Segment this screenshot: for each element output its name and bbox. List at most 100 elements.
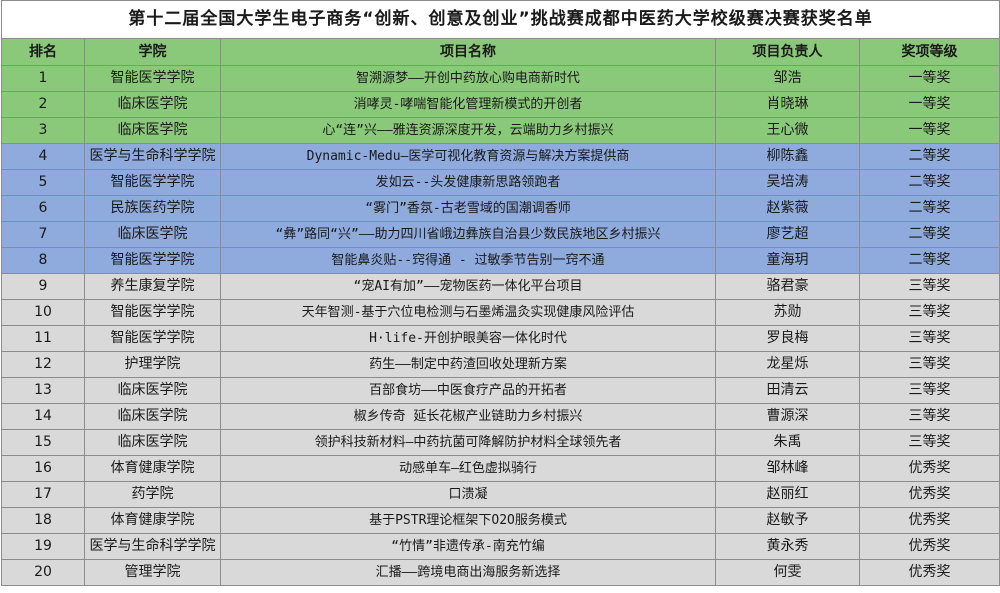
cell-college[interactable]: 临床医学院 xyxy=(84,403,221,430)
cell-award[interactable]: 三等奖 xyxy=(858,351,1000,378)
cell-project[interactable]: “雾门”香氛-古老雪域的国潮调香师 xyxy=(220,195,716,222)
cell-award[interactable]: 二等奖 xyxy=(858,221,1000,248)
cell-project[interactable]: “竹情”非遗传承-南充竹编 xyxy=(220,533,716,560)
cell-award[interactable]: 三等奖 xyxy=(858,377,1000,404)
cell-project[interactable]: H·life-开创护眼美容一体化时代 xyxy=(220,325,716,352)
cell-college[interactable]: 智能医学学院 xyxy=(84,169,221,196)
cell-award[interactable]: 一等奖 xyxy=(858,65,1000,92)
cell-leader[interactable]: 廖艺超 xyxy=(715,221,860,248)
cell-leader[interactable]: 吴培涛 xyxy=(715,169,860,196)
cell-leader[interactable]: 童海玥 xyxy=(715,247,860,274)
cell-award[interactable]: 三等奖 xyxy=(858,429,1000,456)
cell-project[interactable]: 天年智测-基于穴位电检测与石墨烯温灸实现健康风险评估 xyxy=(220,299,716,326)
cell-college[interactable]: 智能医学学院 xyxy=(84,247,221,274)
cell-college[interactable]: 体育健康学院 xyxy=(84,507,221,534)
cell-award[interactable]: 二等奖 xyxy=(858,169,1000,196)
cell-rank[interactable]: 17 xyxy=(1,481,85,508)
cell-leader[interactable]: 柳陈鑫 xyxy=(715,143,860,170)
cell-rank[interactable]: 15 xyxy=(1,429,85,456)
cell-award[interactable]: 三等奖 xyxy=(858,273,1000,300)
cell-college[interactable]: 管理学院 xyxy=(84,559,221,586)
cell-project[interactable]: 基于PSTR理论框架下O2O服务模式 xyxy=(220,507,716,534)
cell-project[interactable]: 发如云--头发健康新思路领跑者 xyxy=(220,169,716,196)
cell-leader[interactable]: 邹浩 xyxy=(715,65,860,92)
cell-leader[interactable]: 王心微 xyxy=(715,117,860,144)
cell-leader[interactable]: 朱禹 xyxy=(715,429,860,456)
cell-rank[interactable]: 12 xyxy=(1,351,85,378)
cell-rank[interactable]: 13 xyxy=(1,377,85,404)
cell-college[interactable]: 智能医学学院 xyxy=(84,65,221,92)
cell-rank[interactable]: 10 xyxy=(1,299,85,326)
cell-project[interactable]: 椒乡传奇 延长花椒产业链助力乡村振兴 xyxy=(220,403,716,430)
cell-college[interactable]: 体育健康学院 xyxy=(84,455,221,482)
cell-leader[interactable]: 田清云 xyxy=(715,377,860,404)
cell-leader[interactable]: 曹源深 xyxy=(715,403,860,430)
cell-award[interactable]: 三等奖 xyxy=(858,403,1000,430)
cell-award[interactable]: 优秀奖 xyxy=(858,455,1000,482)
cell-rank[interactable]: 1 xyxy=(1,65,85,92)
cell-college[interactable]: 临床医学院 xyxy=(84,91,221,118)
cell-college[interactable]: 临床医学院 xyxy=(84,117,221,144)
cell-college[interactable]: 智能医学学院 xyxy=(84,299,221,326)
cell-rank[interactable]: 5 xyxy=(1,169,85,196)
cell-leader[interactable]: 赵敏予 xyxy=(715,507,860,534)
cell-award[interactable]: 二等奖 xyxy=(858,195,1000,222)
cell-project[interactable]: 智能鼻炎贴--窍得通 - 过敏季节告别一窍不通 xyxy=(220,247,716,274)
cell-rank[interactable]: 4 xyxy=(1,143,85,170)
cell-college[interactable]: 临床医学院 xyxy=(84,429,221,456)
cell-project[interactable]: 领护科技新材料—中药抗菌可降解防护材料全球领先者 xyxy=(220,429,716,456)
cell-rank[interactable]: 8 xyxy=(1,247,85,274)
cell-college[interactable]: 药学院 xyxy=(84,481,221,508)
cell-college[interactable]: 临床医学院 xyxy=(84,221,221,248)
cell-award[interactable]: 一等奖 xyxy=(858,117,1000,144)
cell-leader[interactable]: 何雯 xyxy=(715,559,860,586)
cell-leader[interactable]: 龙星烁 xyxy=(715,351,860,378)
cell-award[interactable]: 优秀奖 xyxy=(858,507,1000,534)
cell-project[interactable]: 药生——制定中药渣回收处理新方案 xyxy=(220,351,716,378)
cell-project[interactable]: “宠AI有加”——宠物医药一体化平台项目 xyxy=(220,273,716,300)
cell-award[interactable]: 三等奖 xyxy=(858,325,1000,352)
cell-leader[interactable]: 邹林峰 xyxy=(715,455,860,482)
cell-college[interactable]: 护理学院 xyxy=(84,351,221,378)
cell-project[interactable]: Dynamic-Medu—医学可视化教育资源与解决方案提供商 xyxy=(220,143,716,170)
cell-award[interactable]: 二等奖 xyxy=(858,143,1000,170)
cell-project[interactable]: 口溃凝 xyxy=(220,481,716,508)
cell-award[interactable]: 一等奖 xyxy=(858,91,1000,118)
cell-college[interactable]: 智能医学学院 xyxy=(84,325,221,352)
cell-rank[interactable]: 9 xyxy=(1,273,85,300)
cell-rank[interactable]: 2 xyxy=(1,91,85,118)
cell-rank[interactable]: 18 xyxy=(1,507,85,534)
cell-project[interactable]: “彝”路同“兴”——助力四川省峨边彝族自治县少数民族地区乡村振兴 xyxy=(220,221,716,248)
cell-award[interactable]: 二等奖 xyxy=(858,247,1000,274)
cell-rank[interactable]: 7 xyxy=(1,221,85,248)
cell-rank[interactable]: 20 xyxy=(1,559,85,586)
cell-leader[interactable]: 黄永秀 xyxy=(715,533,860,560)
cell-rank[interactable]: 14 xyxy=(1,403,85,430)
cell-rank[interactable]: 11 xyxy=(1,325,85,352)
cell-college[interactable]: 医学与生命科学学院 xyxy=(84,533,221,560)
cell-project[interactable]: 心“连”兴——雅连资源深度开发，云端助力乡村振兴 xyxy=(220,117,716,144)
cell-award[interactable]: 优秀奖 xyxy=(858,533,1000,560)
cell-rank[interactable]: 16 xyxy=(1,455,85,482)
cell-rank[interactable]: 3 xyxy=(1,117,85,144)
cell-award[interactable]: 三等奖 xyxy=(858,299,1000,326)
cell-leader[interactable]: 赵紫薇 xyxy=(715,195,860,222)
cell-project[interactable]: 智溯源梦——开创中药放心购电商新时代 xyxy=(220,65,716,92)
cell-leader[interactable]: 肖晓琳 xyxy=(715,91,860,118)
cell-college[interactable]: 医学与生命科学学院 xyxy=(84,143,221,170)
cell-leader[interactable]: 骆君豪 xyxy=(715,273,860,300)
cell-rank[interactable]: 19 xyxy=(1,533,85,560)
cell-leader[interactable]: 苏勋 xyxy=(715,299,860,326)
cell-award[interactable]: 优秀奖 xyxy=(858,559,1000,586)
cell-college[interactable]: 临床医学院 xyxy=(84,377,221,404)
cell-project[interactable]: 汇播——跨境电商出海服务新选择 xyxy=(220,559,716,586)
cell-college[interactable]: 养生康复学院 xyxy=(84,273,221,300)
cell-project[interactable]: 动感单车—红色虚拟骑行 xyxy=(220,455,716,482)
cell-project[interactable]: 消哮灵-哮喘智能化管理新模式的开创者 xyxy=(220,91,716,118)
cell-rank[interactable]: 6 xyxy=(1,195,85,222)
cell-leader[interactable]: 罗良梅 xyxy=(715,325,860,352)
cell-college[interactable]: 民族医药学院 xyxy=(84,195,221,222)
cell-leader[interactable]: 赵丽红 xyxy=(715,481,860,508)
cell-award[interactable]: 优秀奖 xyxy=(858,481,1000,508)
cell-project[interactable]: 百部食坊——中医食疗产品的开拓者 xyxy=(220,377,716,404)
